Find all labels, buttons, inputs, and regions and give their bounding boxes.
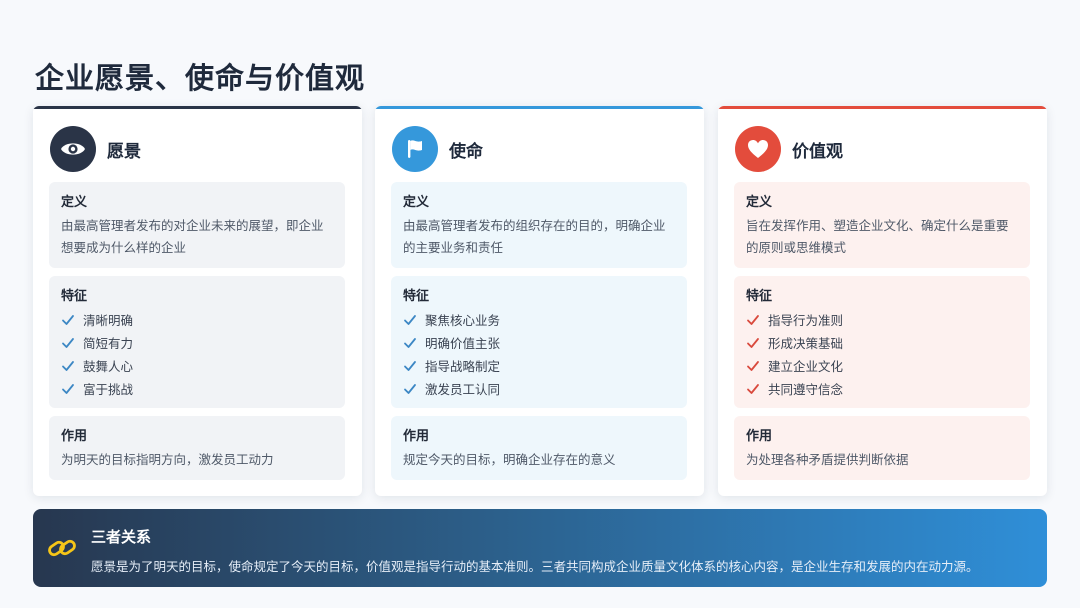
relation-banner: 三者关系 愿景是为了明天的目标，使命规定了今天的目标，价值观是指导行动的基本准则…: [33, 509, 1047, 587]
features-block: 特征 指导行为准则 形成决策基础 建立企业文化 共同遵守信念: [734, 276, 1030, 408]
list-item: 指导行为准则: [746, 308, 1018, 331]
role-block: 作用 为处理各种矛盾提供判断依据: [734, 416, 1030, 480]
card-accent-bar: [375, 106, 704, 109]
check-icon: [747, 383, 759, 394]
list-item: 简短有力: [61, 331, 333, 354]
check-icon: [747, 337, 759, 348]
role-label: 作用: [403, 429, 430, 444]
card-header: 使命: [392, 126, 483, 172]
check-icon: [62, 337, 74, 348]
eye-icon: [50, 126, 96, 172]
check-icon: [62, 383, 74, 394]
feature-text: 明确价值主张: [425, 336, 501, 351]
card-vision: 愿景 定义 由最高管理者发布的对企业未来的展望，即企业想要成为什么样的企业 特征…: [33, 106, 362, 496]
features-label: 特征: [61, 289, 88, 304]
check-icon: [62, 360, 74, 371]
cards-row: 愿景 定义 由最高管理者发布的对企业未来的展望，即企业想要成为什么样的企业 特征…: [33, 106, 1047, 496]
definition-label: 定义: [746, 195, 773, 210]
feature-text: 激发员工认同: [425, 382, 501, 397]
card-title: 价值观: [792, 141, 843, 162]
card-accent-bar: [718, 106, 1047, 109]
list-item: 激发员工认同: [403, 377, 675, 400]
features-list: 指导行为准则 形成决策基础 建立企业文化 共同遵守信念: [746, 308, 1018, 400]
card-values: 价值观 定义 旨在发挥作用、塑造企业文化、确定什么是重要的原则或思维模式 特征 …: [718, 106, 1047, 496]
role-text: 规定今天的目标，明确企业存在的意义: [403, 452, 616, 467]
feature-text: 指导战略制定: [425, 359, 501, 374]
check-icon: [747, 360, 759, 371]
check-icon: [404, 383, 416, 394]
definition-text: 旨在发挥作用、塑造企业文化、确定什么是重要的原则或思维模式: [746, 218, 1009, 255]
list-item: 清晰明确: [61, 308, 333, 331]
relation-title: 三者关系: [91, 528, 152, 546]
role-label: 作用: [61, 429, 88, 444]
definition-text: 由最高管理者发布的组织存在的目的，明确企业的主要业务和责任: [403, 218, 666, 255]
card-title: 愿景: [107, 141, 141, 162]
definition-block: 定义 旨在发挥作用、塑造企业文化、确定什么是重要的原则或思维模式: [734, 182, 1030, 268]
feature-text: 富于挑战: [83, 382, 134, 397]
definition-block: 定义 由最高管理者发布的对企业未来的展望，即企业想要成为什么样的企业: [49, 182, 345, 268]
feature-text: 指导行为准则: [768, 313, 844, 328]
role-text: 为明天的目标指明方向，激发员工动力: [61, 452, 274, 467]
features-list: 聚焦核心业务 明确价值主张 指导战略制定 激发员工认同: [403, 308, 675, 400]
check-icon: [404, 314, 416, 325]
role-block: 作用 规定今天的目标，明确企业存在的意义: [391, 416, 687, 480]
check-icon: [747, 314, 759, 325]
card-header: 愿景: [50, 126, 141, 172]
features-label: 特征: [746, 289, 773, 304]
features-block: 特征 清晰明确 简短有力 鼓舞人心 富于挑战: [49, 276, 345, 408]
card-header: 价值观: [735, 126, 843, 172]
feature-text: 聚焦核心业务: [425, 313, 501, 328]
list-item: 明确价值主张: [403, 331, 675, 354]
link-icon: [48, 539, 76, 557]
definition-label: 定义: [61, 195, 88, 210]
feature-text: 形成决策基础: [768, 336, 844, 351]
definition-text: 由最高管理者发布的对企业未来的展望，即企业想要成为什么样的企业: [61, 218, 324, 255]
relation-text: 愿景是为了明天的目标，使命规定了今天的目标，价值观是指导行动的基本准则。三者共同…: [91, 559, 979, 574]
page-title: 企业愿景、使命与价值观: [35, 61, 366, 95]
features-list: 清晰明确 简短有力 鼓舞人心 富于挑战: [61, 308, 333, 400]
list-item: 聚焦核心业务: [403, 308, 675, 331]
feature-text: 共同遵守信念: [768, 382, 844, 397]
list-item: 共同遵守信念: [746, 377, 1018, 400]
features-label: 特征: [403, 289, 430, 304]
list-item: 鼓舞人心: [61, 354, 333, 377]
role-block: 作用 为明天的目标指明方向，激发员工动力: [49, 416, 345, 480]
feature-text: 建立企业文化: [768, 359, 844, 374]
flag-icon: [392, 126, 438, 172]
heart-icon: [735, 126, 781, 172]
role-text: 为处理各种矛盾提供判断依据: [746, 452, 909, 467]
definition-block: 定义 由最高管理者发布的组织存在的目的，明确企业的主要业务和责任: [391, 182, 687, 268]
features-block: 特征 聚焦核心业务 明确价值主张 指导战略制定 激发员工认同: [391, 276, 687, 408]
list-item: 建立企业文化: [746, 354, 1018, 377]
check-icon: [62, 314, 74, 325]
card-accent-bar: [33, 106, 362, 109]
feature-text: 清晰明确: [83, 313, 134, 328]
card-title: 使命: [449, 141, 483, 162]
feature-text: 鼓舞人心: [83, 359, 134, 374]
feature-text: 简短有力: [83, 336, 134, 351]
list-item: 形成决策基础: [746, 331, 1018, 354]
card-mission: 使命 定义 由最高管理者发布的组织存在的目的，明确企业的主要业务和责任 特征 聚…: [375, 106, 704, 496]
definition-label: 定义: [403, 195, 430, 210]
check-icon: [404, 360, 416, 371]
check-icon: [404, 337, 416, 348]
list-item: 富于挑战: [61, 377, 333, 400]
role-label: 作用: [746, 429, 773, 444]
list-item: 指导战略制定: [403, 354, 675, 377]
